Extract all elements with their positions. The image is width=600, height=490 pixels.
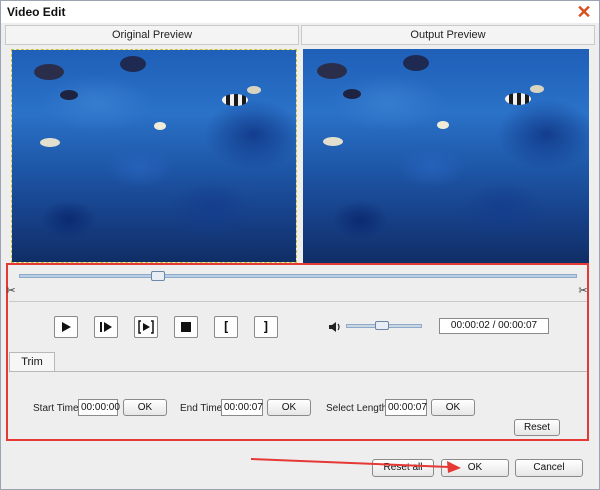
start-time-field[interactable]: 00:00:00 xyxy=(78,399,120,416)
timeline-slider[interactable] xyxy=(19,274,577,278)
window-title: Video Edit xyxy=(7,5,66,19)
original-preview-label: Original Preview xyxy=(5,25,299,45)
start-ok-button[interactable]: OK xyxy=(123,399,167,416)
next-frame-button[interactable] xyxy=(94,316,118,338)
set-end-button[interactable]: ] xyxy=(254,316,278,338)
bracket-open-icon: [ xyxy=(222,319,230,335)
tab-trim[interactable]: Trim xyxy=(9,352,55,372)
tab-divider xyxy=(9,371,587,372)
start-time-label: Start Time xyxy=(33,403,79,414)
reset-button[interactable]: Reset xyxy=(514,419,560,436)
timeline-thumb[interactable] xyxy=(151,271,165,281)
bracket-close-icon: ] xyxy=(262,319,270,335)
cancel-button[interactable]: Cancel xyxy=(515,459,583,477)
trim-start-marker-icon[interactable]: ✂ xyxy=(5,284,17,298)
set-start-button[interactable]: [ xyxy=(214,316,238,338)
trim-end-marker-icon[interactable]: ✂ xyxy=(577,284,589,298)
original-preview-video xyxy=(11,49,297,263)
volume-icon[interactable] xyxy=(328,320,342,334)
end-time-label: End Time xyxy=(180,403,223,414)
play-selection-icon xyxy=(138,320,154,334)
stop-button[interactable] xyxy=(174,316,198,338)
output-preview-video xyxy=(303,49,589,263)
divider xyxy=(9,301,587,302)
annotation-arrow-icon xyxy=(250,458,461,473)
video-edit-window: Video Edit ✕ Original Preview Output Pre… xyxy=(0,0,600,490)
output-preview-label: Output Preview xyxy=(301,25,595,45)
end-time-field[interactable]: 00:00:07 xyxy=(221,399,263,416)
play-selection-button[interactable] xyxy=(134,316,158,338)
time-display: 00:00:02 / 00:00:07 xyxy=(439,318,549,334)
next-frame-icon xyxy=(100,322,112,332)
select-length-field[interactable]: 00:00:07 xyxy=(385,399,427,416)
title-bar: Video Edit ✕ xyxy=(1,1,599,23)
end-ok-button[interactable]: OK xyxy=(267,399,311,416)
length-ok-button[interactable]: OK xyxy=(431,399,475,416)
stop-icon xyxy=(181,322,191,332)
close-icon[interactable]: ✕ xyxy=(575,3,593,21)
select-length-label: Select Length xyxy=(326,403,388,414)
volume-thumb[interactable] xyxy=(375,321,389,330)
play-button[interactable] xyxy=(54,316,78,338)
play-icon xyxy=(62,322,71,332)
